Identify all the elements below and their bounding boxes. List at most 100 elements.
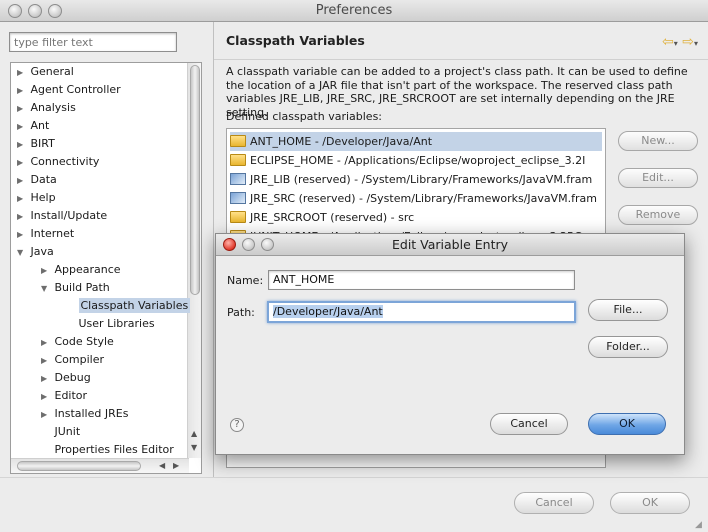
- name-field[interactable]: ANT_HOME: [268, 270, 575, 290]
- sidebar-item-label: BIRT: [30, 137, 55, 150]
- sidebar-item[interactable]: ▼ Build Path: [41, 279, 110, 297]
- sidebar-item[interactable]: ▶ Code Style: [41, 333, 114, 351]
- sidebar-item[interactable]: ▶ Compiler: [41, 351, 104, 369]
- scroll-up-arrow-icon[interactable]: ▲: [191, 429, 197, 438]
- variable-row[interactable]: JRE_SRC (reserved) - /System/Library/Fra…: [230, 189, 602, 208]
- tree-vertical-scroll-thumb[interactable]: [190, 65, 200, 295]
- path-label: Path:: [227, 306, 255, 319]
- preferences-cancel-button[interactable]: Cancel: [514, 492, 594, 514]
- remove-variable-button[interactable]: Remove: [618, 205, 698, 225]
- sidebar-item[interactable]: ▶ Agent Controller: [17, 81, 121, 99]
- sidebar-item[interactable]: ▶ Editor: [41, 387, 87, 405]
- expand-arrow-icon[interactable]: ▶: [17, 154, 27, 172]
- sidebar-item-label: Classpath Variables: [78, 298, 191, 313]
- sidebar-item-label: Install/Update: [30, 209, 108, 222]
- sidebar-item[interactable]: ▶ Ant: [17, 117, 49, 135]
- expand-arrow-icon[interactable]: ▶: [41, 352, 51, 370]
- forward-arrow-icon[interactable]: ⇨: [682, 34, 694, 50]
- variable-row[interactable]: ANT_HOME - /Developer/Java/Ant: [230, 132, 602, 151]
- expand-arrow-icon[interactable]: ▶: [17, 82, 27, 100]
- variable-row[interactable]: ECLIPSE_HOME - /Applications/Eclipse/wop…: [230, 151, 602, 170]
- sidebar-item[interactable]: ▶ Data: [17, 171, 57, 189]
- back-dropdown-icon[interactable]: ▾: [674, 39, 678, 48]
- expand-arrow-icon[interactable]: ▶: [41, 388, 51, 406]
- expand-arrow-icon[interactable]: ▶: [17, 190, 27, 208]
- sidebar-item[interactable]: ▶ Installed JREs: [41, 405, 128, 423]
- sidebar-item[interactable]: Classpath Variables: [65, 297, 191, 315]
- sidebar-item-label: Build Path: [54, 281, 110, 294]
- variable-row[interactable]: JRE_LIB (reserved) - /System/Library/Fra…: [230, 170, 602, 189]
- sidebar-item[interactable]: Properties Files Editor: [41, 441, 174, 459]
- resize-grip-icon[interactable]: ◢: [695, 520, 702, 530]
- sidebar-item-label: Properties Files Editor: [54, 443, 174, 456]
- sidebar-item[interactable]: ▶ BIRT: [17, 135, 55, 153]
- path-field-text: /Developer/Java/Ant: [273, 305, 383, 318]
- sidebar-item-label: Analysis: [30, 101, 76, 114]
- sidebar-item-label: Ant: [30, 119, 50, 132]
- sidebar-item-label: Internet: [30, 227, 75, 240]
- file-button[interactable]: File...: [588, 299, 668, 321]
- tree-horizontal-scrollbar[interactable]: ◀ ▶: [11, 458, 189, 473]
- jar-icon: [230, 192, 246, 204]
- sidebar-item[interactable]: ▶ Appearance: [41, 261, 121, 279]
- sidebar-item[interactable]: ▶ Analysis: [17, 99, 76, 117]
- page-header: Classpath Variables ⇦▾ ⇨▾: [214, 22, 708, 60]
- sidebar-item-label: JUnit: [54, 425, 81, 438]
- sidebar-item[interactable]: ▶ Install/Update: [17, 207, 107, 225]
- defined-variables-label: Defined classpath variables:: [226, 110, 383, 123]
- filter-input[interactable]: [9, 32, 177, 52]
- sidebar-item[interactable]: JUnit: [41, 423, 81, 441]
- dialog-cancel-button[interactable]: Cancel: [490, 413, 568, 435]
- dialog-ok-button[interactable]: OK: [588, 413, 666, 435]
- history-nav: ⇦▾ ⇨▾: [662, 34, 698, 50]
- variable-text: ECLIPSE_HOME - /Applications/Eclipse/wop…: [250, 154, 586, 167]
- sidebar-item-label: Java: [30, 245, 54, 258]
- folder-icon: [230, 135, 246, 147]
- expand-arrow-icon[interactable]: ▶: [41, 370, 51, 388]
- edit-variable-button[interactable]: Edit...: [618, 168, 698, 188]
- pane-divider[interactable]: [213, 22, 214, 477]
- variable-row[interactable]: JRE_SRCROOT (reserved) - src: [230, 208, 602, 227]
- sidebar-item[interactable]: User Libraries: [65, 315, 155, 333]
- sidebar-item[interactable]: ▶ Help: [17, 189, 56, 207]
- expand-arrow-icon[interactable]: ▶: [17, 100, 27, 118]
- tree-vertical-scrollbar[interactable]: ▲ ▼: [187, 63, 201, 458]
- dialog-title: Edit Variable Entry: [391, 237, 509, 252]
- expand-arrow-icon[interactable]: ▶: [41, 334, 51, 352]
- scroll-right-arrow-icon[interactable]: ▶: [173, 461, 179, 470]
- dialog-help-icon[interactable]: ?: [230, 418, 244, 432]
- window-titlebar: Preferences: [0, 0, 708, 22]
- edit-variable-dialog: Edit Variable Entry Name: ANT_HOME Path:…: [215, 233, 685, 455]
- new-variable-button[interactable]: New...: [618, 131, 698, 151]
- window-title: Preferences: [315, 3, 393, 18]
- preferences-ok-button[interactable]: OK: [610, 492, 690, 514]
- expand-arrow-icon[interactable]: ▶: [41, 262, 51, 280]
- sidebar-item[interactable]: ▶ Connectivity: [17, 153, 99, 171]
- sidebar-item-label: Appearance: [54, 263, 121, 276]
- expand-arrow-icon[interactable]: ▶: [17, 172, 27, 190]
- path-field[interactable]: /Developer/Java/Ant: [267, 301, 576, 323]
- sidebar-item[interactable]: ▶ General: [17, 63, 74, 81]
- scroll-down-arrow-icon[interactable]: ▼: [191, 443, 197, 452]
- tree-horizontal-scroll-thumb[interactable]: [17, 461, 141, 471]
- sidebar-item[interactable]: ▶ Debug: [41, 369, 91, 387]
- expand-arrow-icon[interactable]: ▶: [17, 226, 27, 244]
- collapse-arrow-icon[interactable]: ▼: [17, 244, 27, 262]
- expand-arrow-icon[interactable]: ▶: [17, 136, 27, 154]
- expand-arrow-icon[interactable]: ▶: [17, 64, 27, 82]
- scroll-left-arrow-icon[interactable]: ◀: [159, 461, 165, 470]
- back-arrow-icon[interactable]: ⇦: [662, 34, 674, 50]
- expand-arrow-icon[interactable]: ▶: [41, 406, 51, 424]
- expand-arrow-icon[interactable]: ▶: [17, 118, 27, 136]
- preferences-sidebar: ▲ ▼ ◀ ▶ ▶ General▶ Agent Controller▶ Ana…: [0, 22, 213, 512]
- variable-text: JRE_SRCROOT (reserved) - src: [250, 211, 415, 224]
- sidebar-item-label: General: [30, 65, 74, 78]
- preferences-footer: Cancel OK ◢: [0, 477, 708, 532]
- sidebar-item[interactable]: ▶ Internet: [17, 225, 74, 243]
- forward-dropdown-icon[interactable]: ▾: [694, 39, 698, 48]
- folder-button[interactable]: Folder...: [588, 336, 668, 358]
- expand-arrow-icon[interactable]: ▶: [17, 208, 27, 226]
- collapse-arrow-icon[interactable]: ▼: [41, 280, 51, 298]
- sidebar-item[interactable]: ▼ Java: [17, 243, 54, 261]
- sidebar-item-label: Help: [30, 191, 56, 204]
